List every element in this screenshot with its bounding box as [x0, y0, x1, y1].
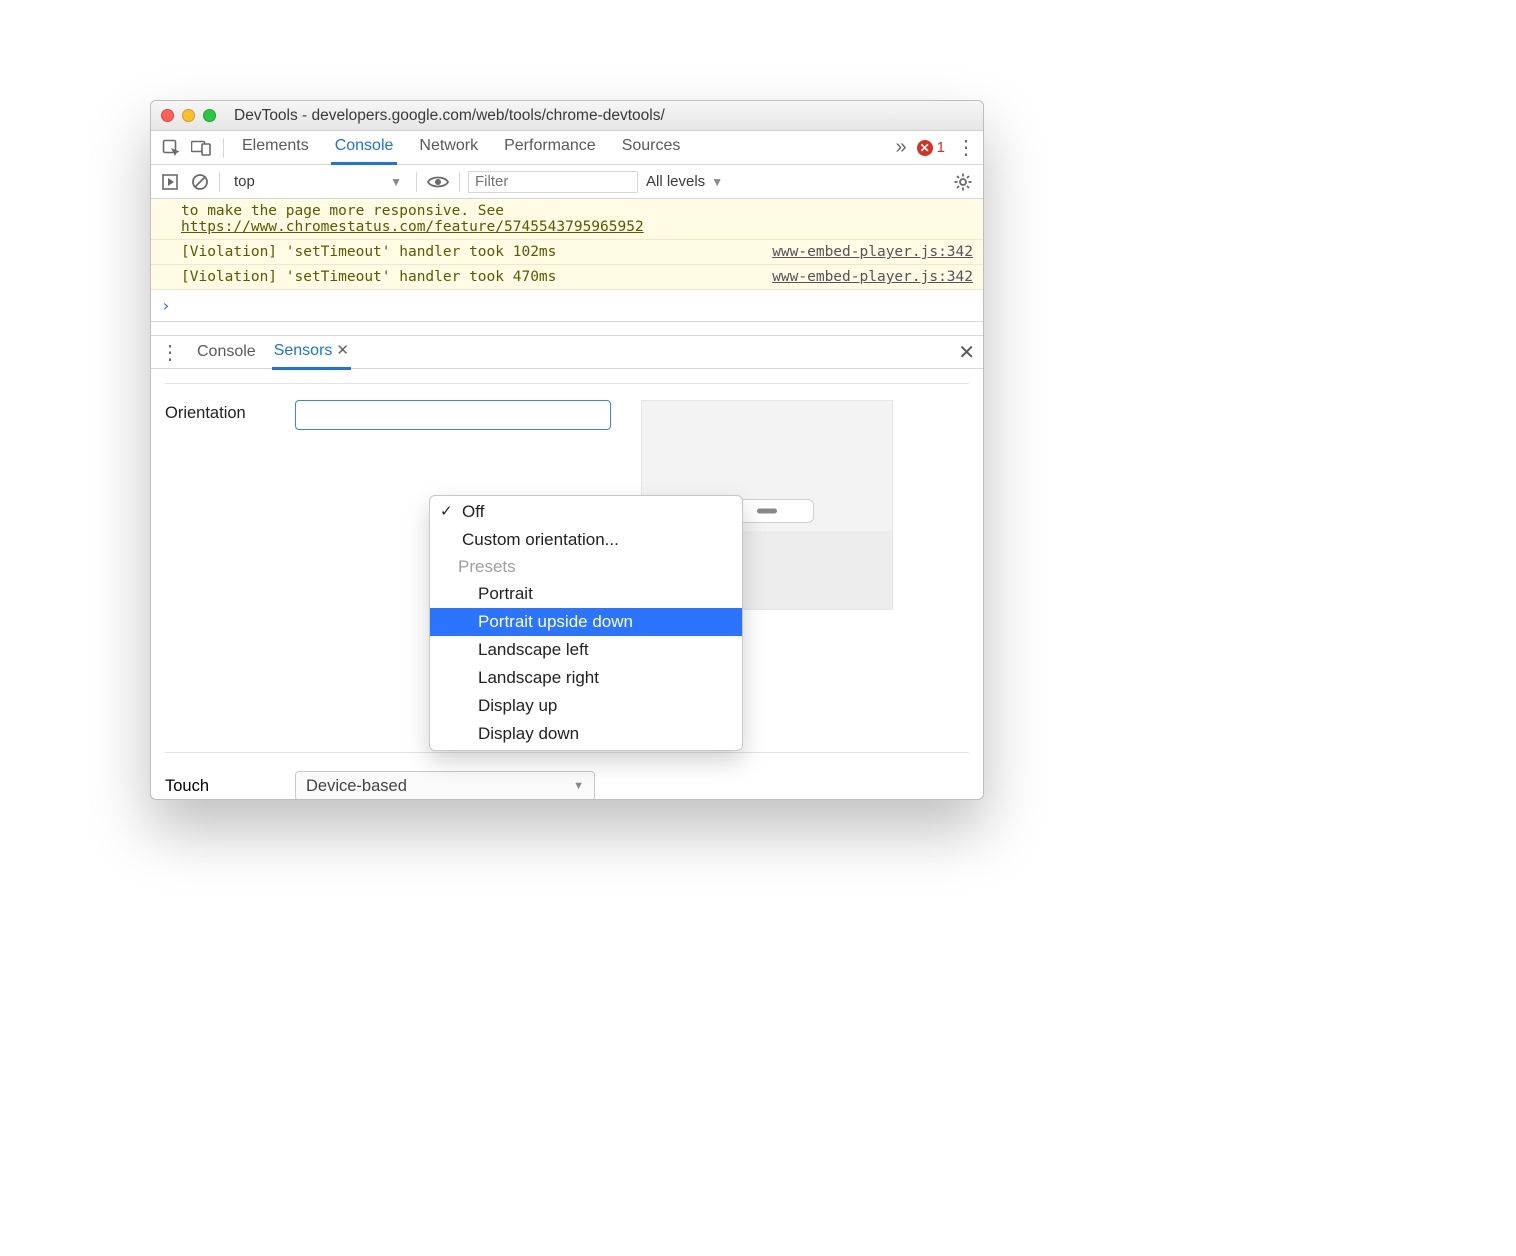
dropdown-item-display-up[interactable]: Display up — [430, 692, 742, 720]
console-messages: to make the page more responsive. See ht… — [151, 199, 983, 290]
divider — [165, 383, 969, 384]
dropdown-item-portrait[interactable]: Portrait — [430, 580, 742, 608]
close-tab-icon[interactable]: ✕ — [336, 342, 349, 359]
tab-sources[interactable]: Sources — [618, 131, 685, 165]
touch-label: Touch — [165, 777, 265, 796]
tabs-overflow-icon[interactable]: » — [896, 136, 907, 159]
levels-label: All levels — [646, 173, 705, 190]
divider — [416, 172, 417, 192]
caret-down-icon: ▼ — [711, 175, 723, 189]
toggle-sidebar-icon[interactable] — [159, 171, 181, 193]
touch-value: Device-based — [306, 777, 407, 796]
message-source-link[interactable]: www-embed-player.js:342 — [772, 269, 973, 285]
dropdown-item-portrait-upside-down[interactable]: Portrait upside down — [430, 608, 742, 636]
devtools-window: DevTools - developers.google.com/web/too… — [150, 100, 984, 800]
message-text: to make the page more responsive. See — [181, 203, 513, 219]
filter-input[interactable] — [468, 171, 638, 193]
main-tab-row: Elements Console Network Performance Sou… — [151, 131, 983, 165]
console-message: [Violation] 'setTimeout' handler took 47… — [151, 265, 983, 290]
log-levels-select[interactable]: All levels ▼ — [646, 173, 723, 190]
caret-down-icon: ▼ — [390, 175, 402, 189]
context-select[interactable]: top ▼ — [228, 169, 408, 195]
console-prompt[interactable]: › — [151, 290, 983, 321]
console-settings-icon[interactable] — [951, 170, 975, 194]
console-message: to make the page more responsive. See ht… — [151, 199, 983, 240]
dropdown-item-off[interactable]: Off — [430, 498, 742, 526]
main-tabs: Elements Console Network Performance Sou… — [238, 131, 684, 165]
touch-select[interactable]: Device-based ▼ — [295, 771, 595, 799]
message-link[interactable]: https://www.chromestatus.com/feature/574… — [181, 219, 644, 235]
window-title: DevTools - developers.google.com/web/too… — [234, 107, 973, 125]
dropdown-item-display-down[interactable]: Display down — [430, 720, 742, 748]
drawer-tab-row: ⋮ Console Sensors✕ ✕ — [151, 335, 983, 369]
tab-network[interactable]: Network — [415, 131, 482, 165]
orientation-select[interactable] — [295, 400, 611, 430]
settings-menu-icon[interactable]: ⋮ — [955, 135, 977, 160]
clear-console-icon[interactable] — [189, 171, 211, 193]
console-message: [Violation] 'setTimeout' handler took 10… — [151, 240, 983, 265]
zoom-window-button[interactable] — [203, 109, 216, 122]
inspect-icon[interactable] — [157, 134, 185, 162]
touch-row: Touch Device-based ▼ — [165, 752, 969, 799]
traffic-lights — [161, 109, 216, 122]
drawer-tab-console[interactable]: Console — [195, 337, 258, 368]
device-toggle-icon[interactable] — [187, 134, 215, 162]
dropdown-item-landscape-left[interactable]: Landscape left — [430, 636, 742, 664]
divider — [223, 138, 224, 158]
tab-console[interactable]: Console — [331, 131, 398, 165]
dropdown-item-custom[interactable]: Custom orientation... — [430, 526, 742, 554]
message-source-link[interactable]: www-embed-player.js:342 — [772, 244, 973, 260]
context-value: top — [234, 173, 255, 190]
minimize-window-button[interactable] — [182, 109, 195, 122]
divider — [219, 172, 220, 192]
message-text: [Violation] 'setTimeout' handler took 47… — [181, 269, 752, 285]
drawer-tab-sensors[interactable]: Sensors✕ — [272, 335, 351, 370]
console-toolbar: top ▼ All levels ▼ — [151, 165, 983, 199]
dropdown-item-landscape-right[interactable]: Landscape right — [430, 664, 742, 692]
close-window-button[interactable] — [161, 109, 174, 122]
message-text: [Violation] 'setTimeout' handler took 10… — [181, 244, 752, 260]
drawer-menu-icon[interactable]: ⋮ — [159, 340, 181, 365]
drawer-resize-handle[interactable] — [151, 321, 983, 335]
error-badge[interactable]: ✕ 1 — [917, 139, 945, 156]
window-titlebar: DevTools - developers.google.com/web/too… — [151, 101, 983, 131]
error-x-icon: ✕ — [917, 140, 933, 156]
tab-elements[interactable]: Elements — [238, 131, 313, 165]
drawer-tab-label: Sensors — [274, 342, 333, 359]
dropdown-group-presets: Presets — [430, 554, 742, 580]
orientation-dropdown: Off Custom orientation... Presets Portra… — [429, 495, 743, 751]
drawer-close-icon[interactable]: ✕ — [958, 340, 975, 365]
tab-performance[interactable]: Performance — [500, 131, 600, 165]
error-count: 1 — [937, 139, 945, 156]
orientation-label: Orientation — [165, 400, 265, 423]
caret-down-icon: ▼ — [573, 780, 584, 792]
live-expression-icon[interactable] — [425, 169, 451, 195]
divider — [459, 172, 460, 192]
